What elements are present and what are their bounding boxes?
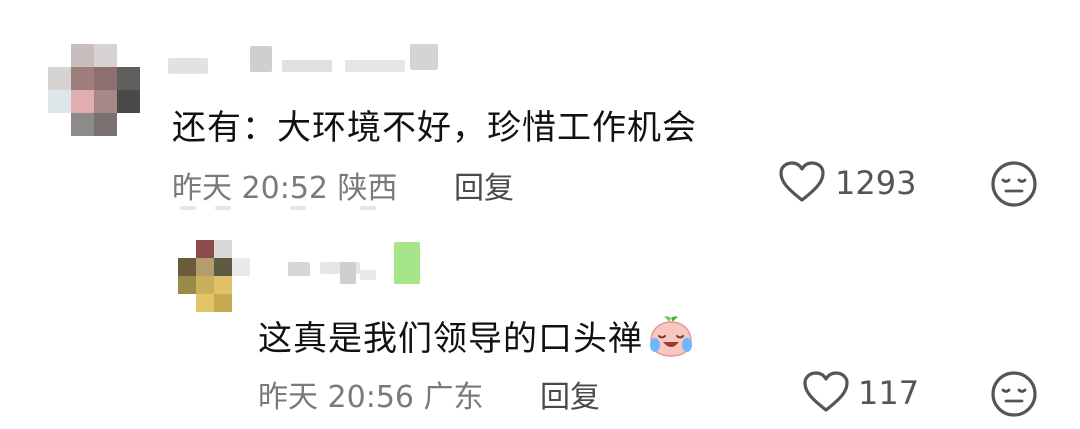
like-count: 1293	[835, 164, 917, 202]
crying-laughing-peach-emoji	[647, 314, 695, 367]
comment-location: 广东	[423, 380, 484, 415]
like-count: 117	[858, 374, 920, 412]
comment-meta: 昨天 20:52 陕西	[172, 163, 398, 207]
dislike-button[interactable]	[990, 370, 1038, 422]
heart-outline-icon	[779, 161, 825, 202]
comment-text: 还有：大环境不好，珍惜工作机会	[172, 108, 697, 148]
like-button[interactable]	[778, 160, 826, 208]
heart-outline-icon	[803, 371, 849, 412]
meh-face-icon	[991, 161, 1037, 207]
comment-meta: 昨天 20:56 广东	[258, 372, 484, 416]
comment-text: 这真是我们领导的口头禅	[258, 311, 695, 367]
dislike-button[interactable]	[990, 160, 1038, 212]
avatar[interactable]	[178, 240, 250, 312]
avatar[interactable]	[48, 44, 140, 136]
reply-button[interactable]: 回复	[454, 163, 514, 207]
like-button[interactable]	[802, 370, 850, 418]
comment-date: 昨天 20:52	[172, 171, 328, 206]
comment-date: 昨天 20:56	[258, 380, 414, 415]
reply-button[interactable]: 回复	[540, 372, 600, 416]
meh-face-icon	[991, 371, 1037, 417]
comment-text-content: 这真是我们领导的口头禅	[258, 319, 643, 359]
comment-location: 陕西	[337, 171, 398, 206]
